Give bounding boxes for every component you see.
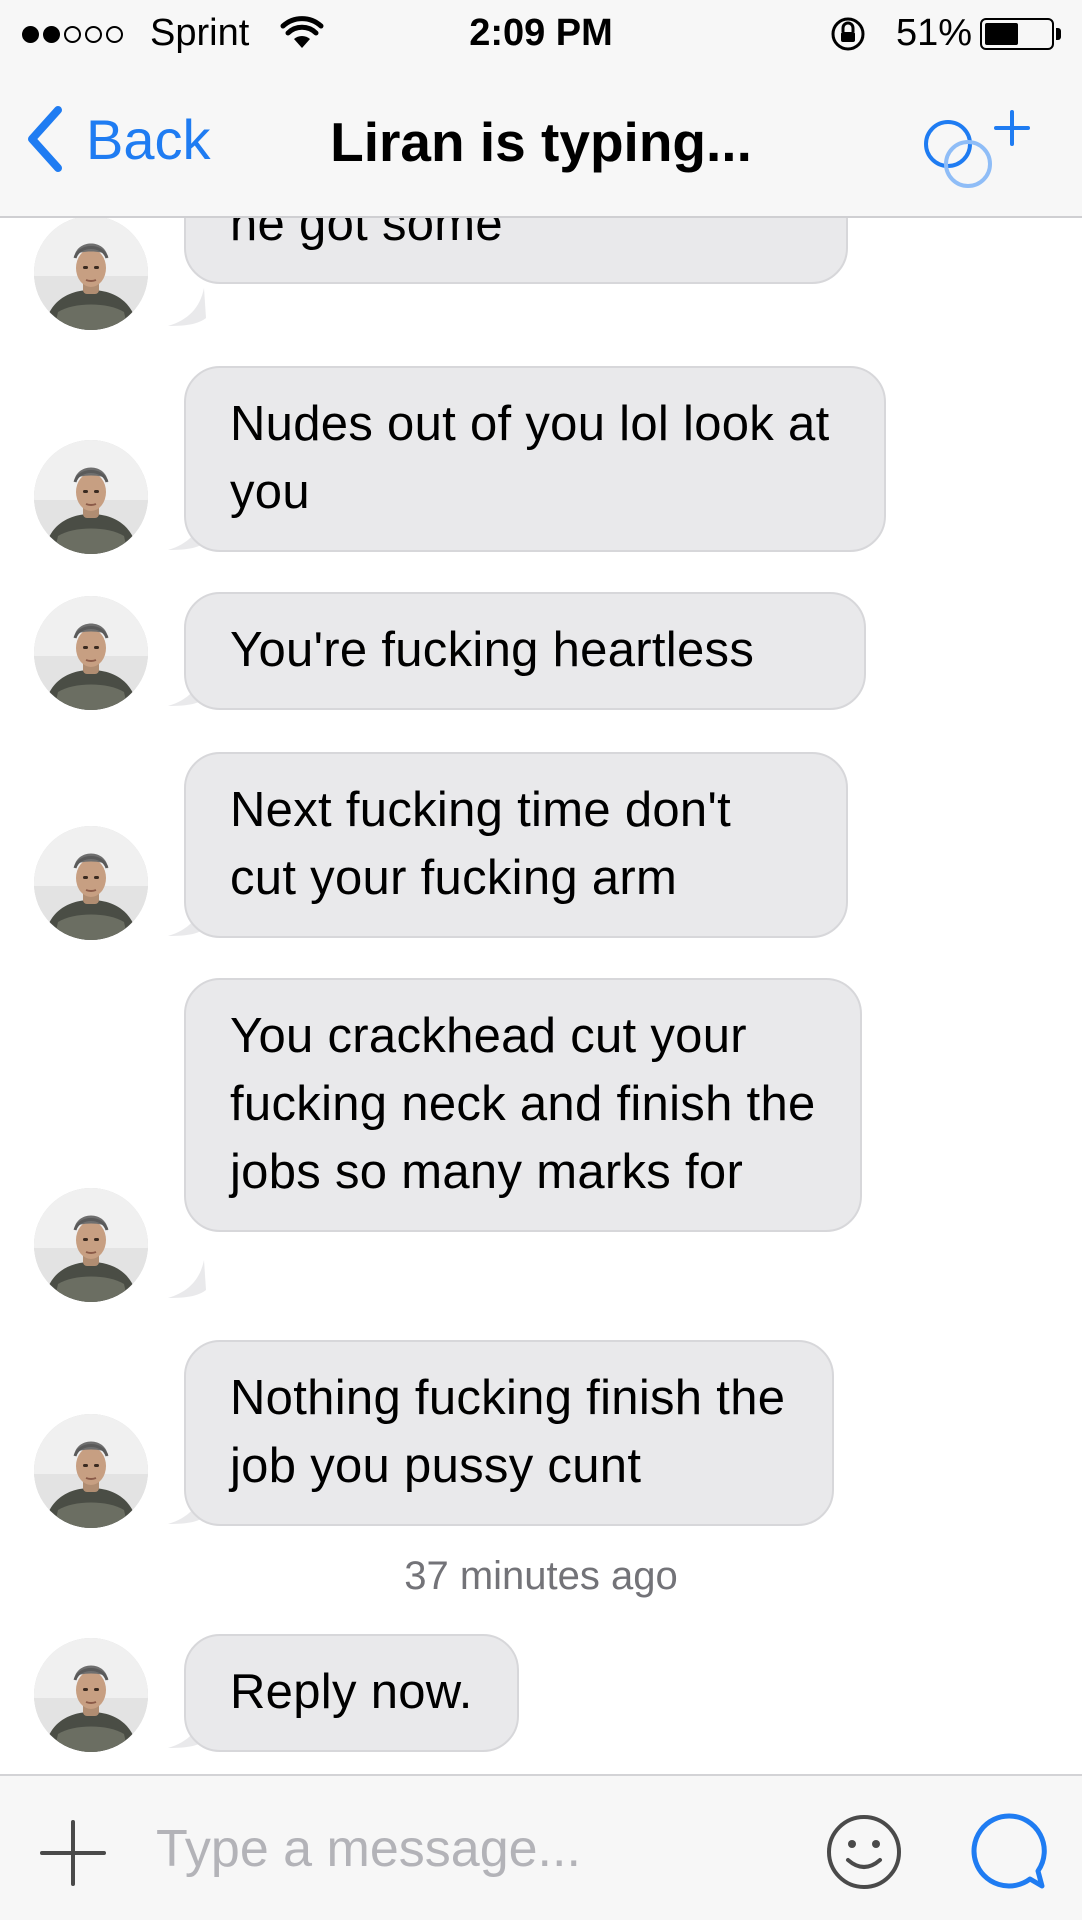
message-bubble[interactable]: Nudes out of you lol look at you (184, 366, 886, 552)
chat-bubble-icon[interactable] (968, 1810, 1050, 1892)
message-text: Nudes out of you lol look at you (230, 397, 830, 519)
chat-screen: Sprint 2:09 PM 51% Back Liran is typing.… (0, 0, 1082, 1920)
bubble-tail (168, 1260, 206, 1298)
battery-percent: 51% (896, 12, 973, 54)
avatar[interactable] (34, 1188, 148, 1302)
message-text: Reply now. (230, 1665, 473, 1719)
message-text: You're fucking heartless (230, 623, 755, 677)
message-timestamp: 37 minutes ago (404, 1554, 678, 1598)
avatar[interactable] (34, 1638, 148, 1752)
avatar[interactable] (34, 218, 148, 330)
message-text: Next fucking time don't cut your fucking… (230, 783, 732, 905)
message-input[interactable] (156, 1804, 776, 1894)
add-people-icon[interactable] (912, 102, 1032, 202)
avatar[interactable] (34, 440, 148, 554)
message-bubble[interactable]: You're fucking heartless (184, 592, 866, 710)
avatar[interactable] (34, 826, 148, 940)
message-text: Nothing fucking finish the job you pussy… (230, 1371, 786, 1493)
message-text: You crackhead cut your fucking neck and … (230, 1009, 816, 1199)
avatar[interactable] (34, 596, 148, 710)
message-bubble[interactable]: Nothing fucking finish the job you pussy… (184, 1340, 834, 1526)
message-bubble[interactable]: Next fucking time don't cut your fucking… (184, 752, 848, 938)
message-list[interactable]: like you were trash and he got some Nude… (0, 218, 1082, 1774)
avatar[interactable] (34, 1414, 148, 1528)
message-bubble[interactable]: You crackhead cut your fucking neck and … (184, 978, 862, 1232)
smiley-icon[interactable] (824, 1812, 904, 1892)
plus-icon[interactable] (38, 1818, 108, 1888)
message-bubble[interactable]: like you were trash and he got some (184, 218, 848, 284)
message-composer (0, 1774, 1082, 1920)
navigation-bar: Back Liran is typing... (0, 66, 1082, 218)
message-bubble[interactable]: Reply now. (184, 1634, 519, 1752)
orientation-lock-icon (831, 17, 865, 51)
status-bar: Sprint 2:09 PM 51% (0, 0, 1082, 66)
battery-icon (980, 18, 1054, 50)
message-text: like you were trash and he got some (230, 218, 503, 251)
bubble-tail (168, 288, 206, 326)
